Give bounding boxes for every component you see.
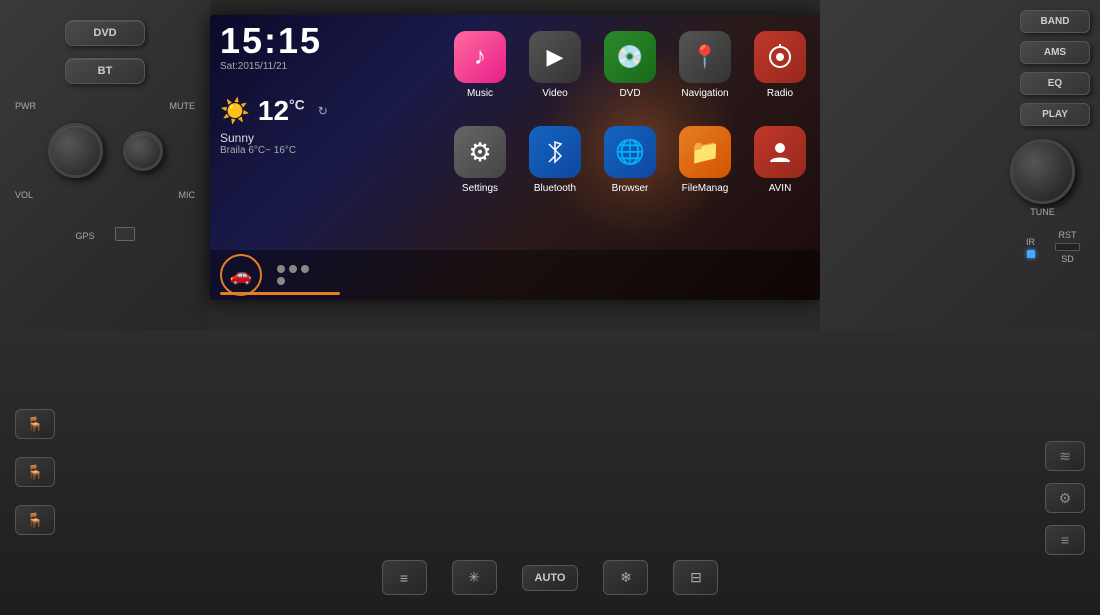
app-icon-img-settings: ⚙ <box>454 126 506 178</box>
mic-label: MIC <box>179 190 196 200</box>
app-label-settings: Settings <box>462 183 498 194</box>
dots-widget[interactable] <box>277 265 313 285</box>
heat-btn-3[interactable]: ≡ <box>1045 525 1085 555</box>
weather-location: Braila 6°C~ 16°C <box>220 145 328 156</box>
refresh-icon[interactable]: ↻ <box>318 104 328 118</box>
app-label-video: Video <box>542 88 567 99</box>
vol-knob[interactable] <box>48 123 103 178</box>
app-icon-img-radio <box>754 31 806 83</box>
time-display: 15:15 Sat:2015/11/21 <box>220 23 322 72</box>
mute-label: MUTE <box>170 101 196 111</box>
app-icon-settings[interactable]: ⚙ Settings <box>445 115 515 205</box>
app-icon-img-filemanag: 📁 <box>679 126 731 178</box>
right-heat-controls: ≋ ⚙ ≡ <box>1045 441 1085 555</box>
tune-knob-area: TUNE <box>1010 139 1075 217</box>
pwr-label: PWR <box>15 101 36 111</box>
app-icon-radio[interactable]: Radio <box>745 20 815 110</box>
seat-btn-3[interactable]: 🪑 <box>15 505 55 535</box>
weather-condition: Sunny <box>220 131 328 145</box>
app-icon-img-avin <box>754 126 806 178</box>
ams-button[interactable]: AMS <box>1020 41 1090 64</box>
tune-knob[interactable] <box>1010 139 1075 204</box>
sd-slot[interactable] <box>1055 243 1080 251</box>
app-icon-navigation[interactable]: 📍 Navigation <box>670 20 740 110</box>
ir-label: IR <box>1026 237 1035 247</box>
app-icon-img-music: ♪ <box>454 31 506 83</box>
clock: 15:15 <box>220 23 322 59</box>
app-icon-dvd[interactable]: 💿 DVD <box>595 20 665 110</box>
app-icon-img-navigation: 📍 <box>679 31 731 83</box>
hvac-left-btn[interactable]: ≡ <box>382 560 427 595</box>
app-label-browser: Browser <box>612 183 649 194</box>
weather-widget: ☀️ 12°C ↻ Sunny Braila 6°C~ 16°C <box>220 95 328 156</box>
right-panel: BAND AMS EQ PLAY TUNE IR RST <box>820 0 1100 330</box>
mute-knob[interactable] <box>123 131 163 171</box>
ir-led <box>1027 250 1035 258</box>
app-icon-avin[interactable]: AVIN <box>745 115 815 205</box>
app-label-avin: AVIN <box>769 183 792 194</box>
app-icon-bluetooth[interactable]: Bluetooth <box>520 115 590 205</box>
app-icon-browser[interactable]: 🌐 Browser <box>595 115 665 205</box>
app-icon-music[interactable]: ♪ Music <box>445 20 515 110</box>
app-label-music: Music <box>467 88 493 99</box>
usb-port[interactable] <box>115 227 135 241</box>
bottom-bar: 🚗 <box>210 250 820 300</box>
app-icon-img-bluetooth <box>529 126 581 178</box>
gps-label: GPS <box>75 231 94 241</box>
sd-label: SD <box>1061 254 1074 264</box>
app-icon-img-dvd: 💿 <box>604 31 656 83</box>
app-icon-img-browser: 🌐 <box>604 126 656 178</box>
app-label-radio: Radio <box>767 88 793 99</box>
auto-button[interactable]: AUTO <box>522 565 579 591</box>
apps-grid: ♪ Music ▶ Video 💿 DVD 📍 Navigation Radio ⚙ Settin… <box>445 20 815 205</box>
app-icon-video[interactable]: ▶ Video <box>520 20 590 110</box>
bt-button[interactable]: BT <box>65 58 145 84</box>
app-icon-filemanag[interactable]: 📁 FileManag <box>670 115 740 205</box>
vol-label: VOL <box>15 190 33 200</box>
seat-controls: 🪑 🪑 🪑 <box>15 409 55 535</box>
head-unit-screen[interactable]: 15:15 Sat:2015/11/21 ☀️ 12°C ↻ Sunny Bra… <box>210 15 820 300</box>
date-display: Sat:2015/11/21 <box>220 61 322 72</box>
play-button[interactable]: PLAY <box>1020 103 1090 126</box>
rst-label: RST <box>1059 230 1077 240</box>
app-label-bluetooth: Bluetooth <box>534 183 576 194</box>
seat-btn-1[interactable]: 🪑 <box>15 409 55 439</box>
hvac-controls: ≡ ✳ AUTO ❄ ⊟ <box>150 560 950 595</box>
tune-label: TUNE <box>1030 207 1055 217</box>
hvac-right-btn[interactable]: ⊟ <box>673 560 718 595</box>
app-label-navigation: Navigation <box>681 88 728 99</box>
screen-content: 15:15 Sat:2015/11/21 ☀️ 12°C ↻ Sunny Bra… <box>210 15 820 300</box>
heat-btn-1[interactable]: ≋ <box>1045 441 1085 471</box>
seat-btn-2[interactable]: 🪑 <box>15 457 55 487</box>
weather-icon: ☀️ <box>220 97 250 126</box>
car-icon[interactable]: 🚗 <box>220 254 262 296</box>
temperature: 12°C <box>258 95 305 127</box>
app-icon-img-video: ▶ <box>529 31 581 83</box>
fan-icon[interactable]: ✳ <box>452 560 497 595</box>
active-indicator <box>220 292 340 295</box>
heat-btn-2[interactable]: ⚙ <box>1045 483 1085 513</box>
ac-btn[interactable]: ❄ <box>603 560 648 595</box>
bottom-controls: 🪑 🪑 🪑 ≡ ✳ AUTO ❄ ⊟ ≋ ⚙ ≡ <box>0 330 1100 615</box>
band-button[interactable]: BAND <box>1020 10 1090 33</box>
app-label-filemanag: FileManag <box>682 183 729 194</box>
dvd-button[interactable]: DVD <box>65 20 145 46</box>
eq-button[interactable]: EQ <box>1020 72 1090 95</box>
app-label-dvd: DVD <box>619 88 640 99</box>
car-interior: DVD BT PWR MUTE VOL MIC GPS <box>0 0 1100 615</box>
